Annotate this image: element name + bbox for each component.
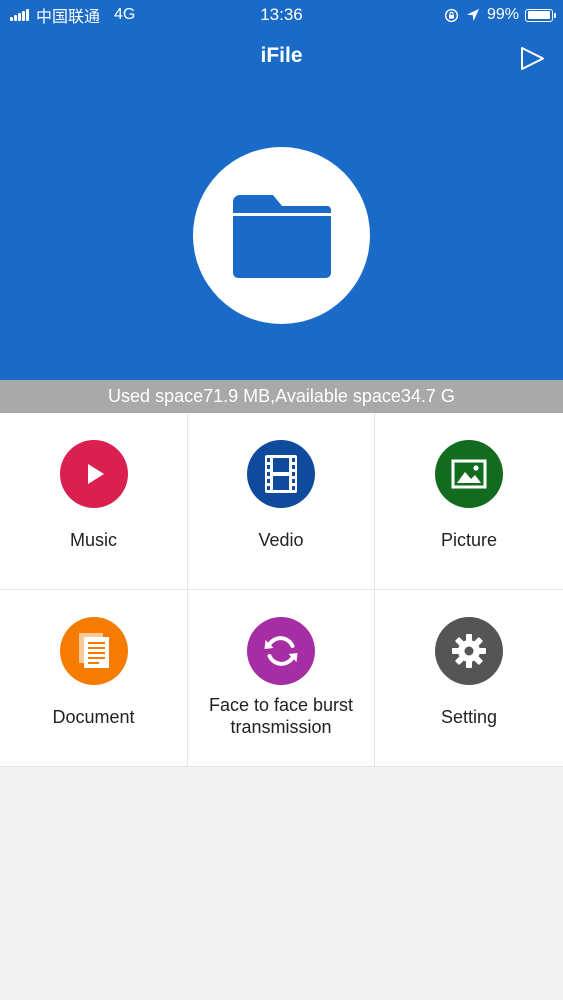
status-bar: 中国联通 4G 13:36 99% <box>0 0 563 30</box>
document-tile[interactable]: Document <box>0 590 188 767</box>
video-icon-badge <box>247 440 315 508</box>
status-right: 99% <box>444 5 556 25</box>
setting-tile[interactable]: Setting <box>375 590 563 767</box>
battery-fill <box>527 11 551 19</box>
music-label: Music <box>69 530 117 550</box>
play-icon[interactable] <box>516 42 548 74</box>
battery-icon <box>525 8 556 22</box>
play-circle-icon <box>87 464 104 484</box>
document-label: Document <box>52 707 135 727</box>
music-tile[interactable]: Music <box>0 413 188 590</box>
storage-info: Used space71.9 MB,Available space34.7 G <box>0 380 563 413</box>
transfer-icon-badge <box>247 617 315 685</box>
header: 中国联通 4G 13:36 99% iFile <box>0 0 563 380</box>
transfer-tile[interactable]: Face to face burst transmission <box>188 590 375 767</box>
picture-label: Picture <box>440 530 498 550</box>
video-label: Vedio <box>258 530 304 550</box>
picture-tile[interactable]: Picture <box>375 413 563 590</box>
app-title: iFile <box>260 44 303 67</box>
picture-icon-badge <box>435 440 503 508</box>
image-icon <box>451 459 487 489</box>
rotation-lock-icon <box>444 8 459 22</box>
battery-percent: 99% <box>486 6 519 23</box>
folder-button[interactable] <box>193 147 370 324</box>
music-icon-badge <box>59 440 128 508</box>
setting-label: Setting <box>440 707 498 727</box>
video-tile[interactable]: Vedio <box>188 413 375 590</box>
location-icon <box>466 8 480 22</box>
category-grid: Music Vedio Picture Document Face to fac… <box>0 413 563 767</box>
transfer-label: Face to face burst transmission <box>208 695 354 737</box>
sync-icon <box>264 636 298 666</box>
folder-icon <box>232 194 331 278</box>
document-icon <box>78 633 109 668</box>
gear-icon <box>452 634 486 668</box>
document-icon-badge <box>59 617 128 685</box>
film-icon <box>265 455 297 493</box>
setting-icon-badge <box>435 617 503 685</box>
